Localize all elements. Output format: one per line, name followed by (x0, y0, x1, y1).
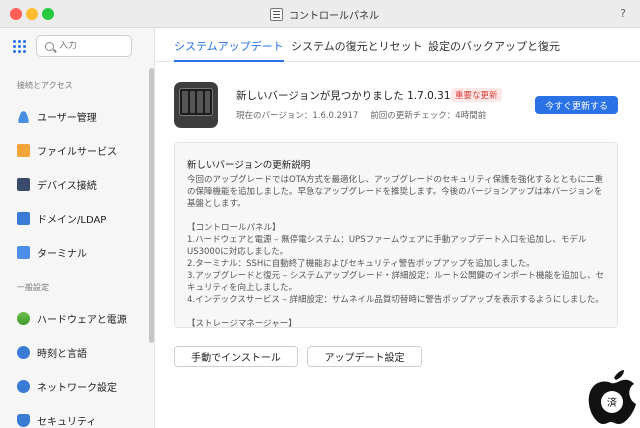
security-icon (17, 413, 30, 427)
sidebar-item-network[interactable]: ネットワーク設定 (17, 376, 117, 396)
update-now-button[interactable]: 今すぐ更新する (535, 96, 618, 114)
tab-system-update[interactable]: システムアップデート (174, 38, 284, 62)
control-panel-icon (270, 7, 283, 21)
tab-restore-reset[interactable]: システムの復元とリセット (291, 38, 423, 60)
update-title: 新しいバージョンが見つかりました 1.7.0.3125 (236, 90, 464, 102)
search-box[interactable] (36, 35, 132, 57)
device-icon (17, 177, 30, 191)
sidebar-item-label: デバイス接続 (37, 180, 97, 192)
apple-logo-watermark: 済 (588, 370, 636, 424)
sidebar-item-label: ユーザー管理 (37, 112, 97, 124)
sidebar-item-hardware-power[interactable]: ハードウェアと電源 (17, 308, 127, 328)
sidebar-item-label: 時刻と言語 (37, 348, 87, 360)
terminal-icon (17, 245, 30, 259)
sidebar-item-label: ターミナル (37, 248, 87, 260)
folder-icon (17, 143, 30, 157)
minimize-window-button[interactable] (26, 8, 38, 20)
section-general-settings: 一般設定 (17, 283, 49, 292)
release-notes-title: 新しいバージョンの更新説明 (187, 160, 311, 171)
update-settings-button[interactable]: アップデート設定 (307, 346, 422, 367)
search-input[interactable] (59, 41, 119, 51)
sidebar-item-users[interactable]: ユーザー管理 (17, 106, 97, 126)
sidebar-item-label: ドメイン/LDAP (37, 214, 107, 226)
title-bar: コントロールパネル ? (0, 0, 640, 28)
network-icon (17, 379, 30, 393)
nas-device-icon (174, 82, 218, 128)
help-button[interactable]: ? (620, 7, 626, 20)
window-title: コントロールパネル (270, 7, 379, 22)
main-panel: システムアップデート システムの復元とリセット 設定のバックアップと復元 新しい… (156, 28, 640, 428)
tab-backup-restore[interactable]: 設定のバックアップと復元 (428, 38, 560, 60)
section-connection-access: 接続とアクセス (17, 81, 73, 90)
tab-bar: システムアップデート システムの復元とリセット 設定のバックアップと復元 (156, 28, 640, 62)
sidebar-scrollbar[interactable] (149, 68, 154, 343)
sidebar-item-terminal[interactable]: ターミナル (17, 242, 87, 262)
sidebar-item-security[interactable]: セキュリティ (17, 410, 96, 428)
manual-install-button[interactable]: 手動でインストール (174, 346, 298, 367)
zoom-window-button[interactable] (42, 8, 54, 20)
sidebar-item-file-services[interactable]: ファイルサービス (17, 140, 117, 160)
sidebar-item-label: セキュリティ (37, 416, 97, 428)
sidebar-item-device-connection[interactable]: デバイス接続 (17, 174, 97, 194)
release-notes-panel[interactable]: 新しいバージョンの更新説明 今回のアップグレードではOTA方式を最適化し、アップ… (174, 142, 618, 328)
clock-icon (17, 345, 30, 359)
window-title-text: コントロールパネル (289, 10, 379, 22)
hardware-icon (17, 311, 30, 325)
current-version: 現在のバージョン：1.6.0.2917 (236, 111, 359, 121)
user-icon (17, 109, 30, 123)
sidebar-item-time-language[interactable]: 時刻と言語 (17, 342, 87, 362)
search-icon (45, 41, 54, 51)
sidebar-item-label: ネットワーク設定 (37, 382, 117, 394)
sidebar-item-label: ハードウェアと電源 (37, 314, 127, 326)
sidebar: 接続とアクセス ユーザー管理 ファイルサービス デバイス接続 ドメイン/LDAP… (0, 28, 155, 428)
svg-text:済: 済 (607, 396, 617, 409)
domain-icon (17, 211, 30, 225)
important-update-badge: 重要な更新 (451, 88, 502, 102)
sidebar-item-label: ファイルサービス (37, 146, 117, 158)
last-check: 前回の更新チェック：4時間前 (370, 111, 487, 121)
close-window-button[interactable] (10, 8, 22, 20)
sidebar-item-domain-ldap[interactable]: ドメイン/LDAP (17, 208, 106, 228)
release-notes-body: 今回のアップグレードではOTA方式を最適化し、アップグレードのセキュリティ保護を… (187, 175, 605, 328)
apps-grid-icon[interactable] (13, 40, 26, 53)
control-panel-window: コントロールパネル ? 接続とアクセス ユーザー管理 ファイルサービス デバイス… (0, 0, 640, 428)
version-info: 現在のバージョン：1.6.0.2917 前回の更新チェック：4時間前 (236, 109, 486, 121)
